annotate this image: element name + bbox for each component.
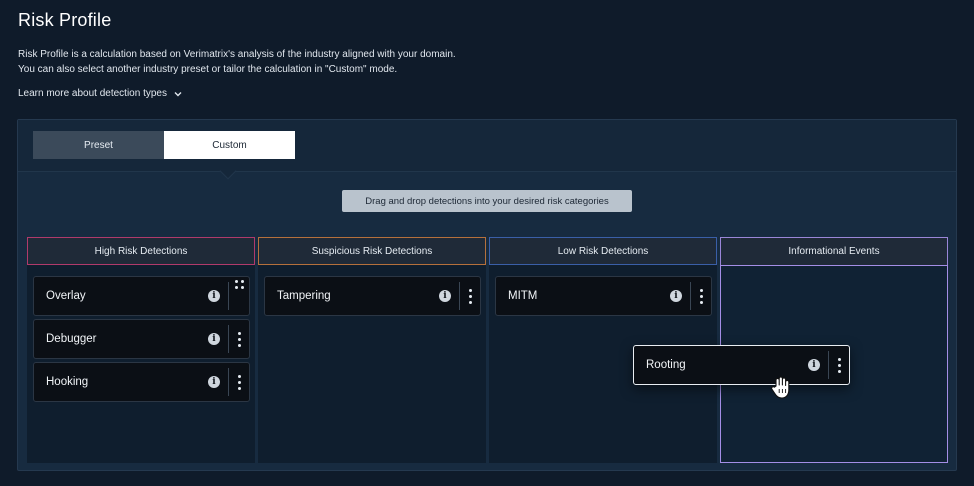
column-header-informational-events: Informational Events (720, 237, 948, 265)
info-icon[interactable]: i (208, 333, 220, 345)
column-body-high-risk[interactable]: Overlay i Debugger i Hooking i (27, 265, 255, 463)
column-header-low-risk: Low Risk Detections (489, 237, 717, 265)
column-body-suspicious-risk[interactable]: Tampering i (258, 265, 486, 463)
detection-card-mitm[interactable]: MITM i (495, 276, 712, 316)
description: Risk Profile is a calculation based on V… (18, 47, 456, 77)
detection-card-label: Tampering (277, 290, 331, 302)
detection-card-label: Rooting (646, 359, 686, 371)
kebab-menu-icon[interactable] (691, 276, 711, 316)
detection-card-debugger[interactable]: Debugger i (33, 319, 250, 359)
detection-card-label: Overlay (46, 290, 86, 302)
column-header-suspicious-risk: Suspicious Risk Detections (258, 237, 486, 265)
info-icon[interactable]: i (439, 290, 451, 302)
kebab-menu-icon[interactable] (229, 319, 249, 359)
learn-more-label: Learn more about detection types (18, 88, 167, 99)
column-header-high-risk: High Risk Detections (27, 237, 255, 265)
info-icon[interactable]: i (208, 290, 220, 302)
info-icon[interactable]: i (208, 376, 220, 388)
risk-panel: Preset Custom Drag and drop detections i… (17, 119, 957, 471)
tab-bar: Preset Custom (18, 120, 956, 172)
tab-preset[interactable]: Preset (33, 131, 164, 159)
page-title: Risk Profile (18, 10, 112, 30)
detection-card-label: MITM (508, 290, 538, 302)
detection-card-hooking[interactable]: Hooking i (33, 362, 250, 402)
column-high-risk: High Risk Detections Overlay i Debugger … (27, 237, 255, 463)
drag-handle-icon[interactable] (229, 276, 249, 316)
description-line-1: Risk Profile is a calculation based on V… (18, 49, 456, 60)
kebab-menu-icon[interactable] (229, 362, 249, 402)
dragging-card-rooting[interactable]: Rooting i (633, 345, 850, 385)
drag-hint: Drag and drop detections into your desir… (342, 190, 632, 212)
detection-card-label: Hooking (46, 376, 89, 388)
description-line-2: You can also select another industry pre… (18, 64, 398, 75)
detection-card-label: Debugger (46, 333, 97, 345)
column-suspicious-risk: Suspicious Risk Detections Tampering i (258, 237, 486, 463)
kebab-menu-icon[interactable] (829, 345, 849, 385)
mode-tabs: Preset Custom (33, 131, 295, 159)
chevron-down-icon (174, 91, 182, 96)
learn-more-link[interactable]: Learn more about detection types (18, 88, 183, 99)
kebab-menu-icon[interactable] (460, 276, 480, 316)
detection-card-overlay[interactable]: Overlay i (33, 276, 250, 316)
info-icon[interactable]: i (808, 359, 820, 371)
tab-custom[interactable]: Custom (164, 131, 295, 159)
info-icon[interactable]: i (670, 290, 682, 302)
detection-card-tampering[interactable]: Tampering i (264, 276, 481, 316)
hand-grab-cursor-icon (771, 376, 790, 399)
